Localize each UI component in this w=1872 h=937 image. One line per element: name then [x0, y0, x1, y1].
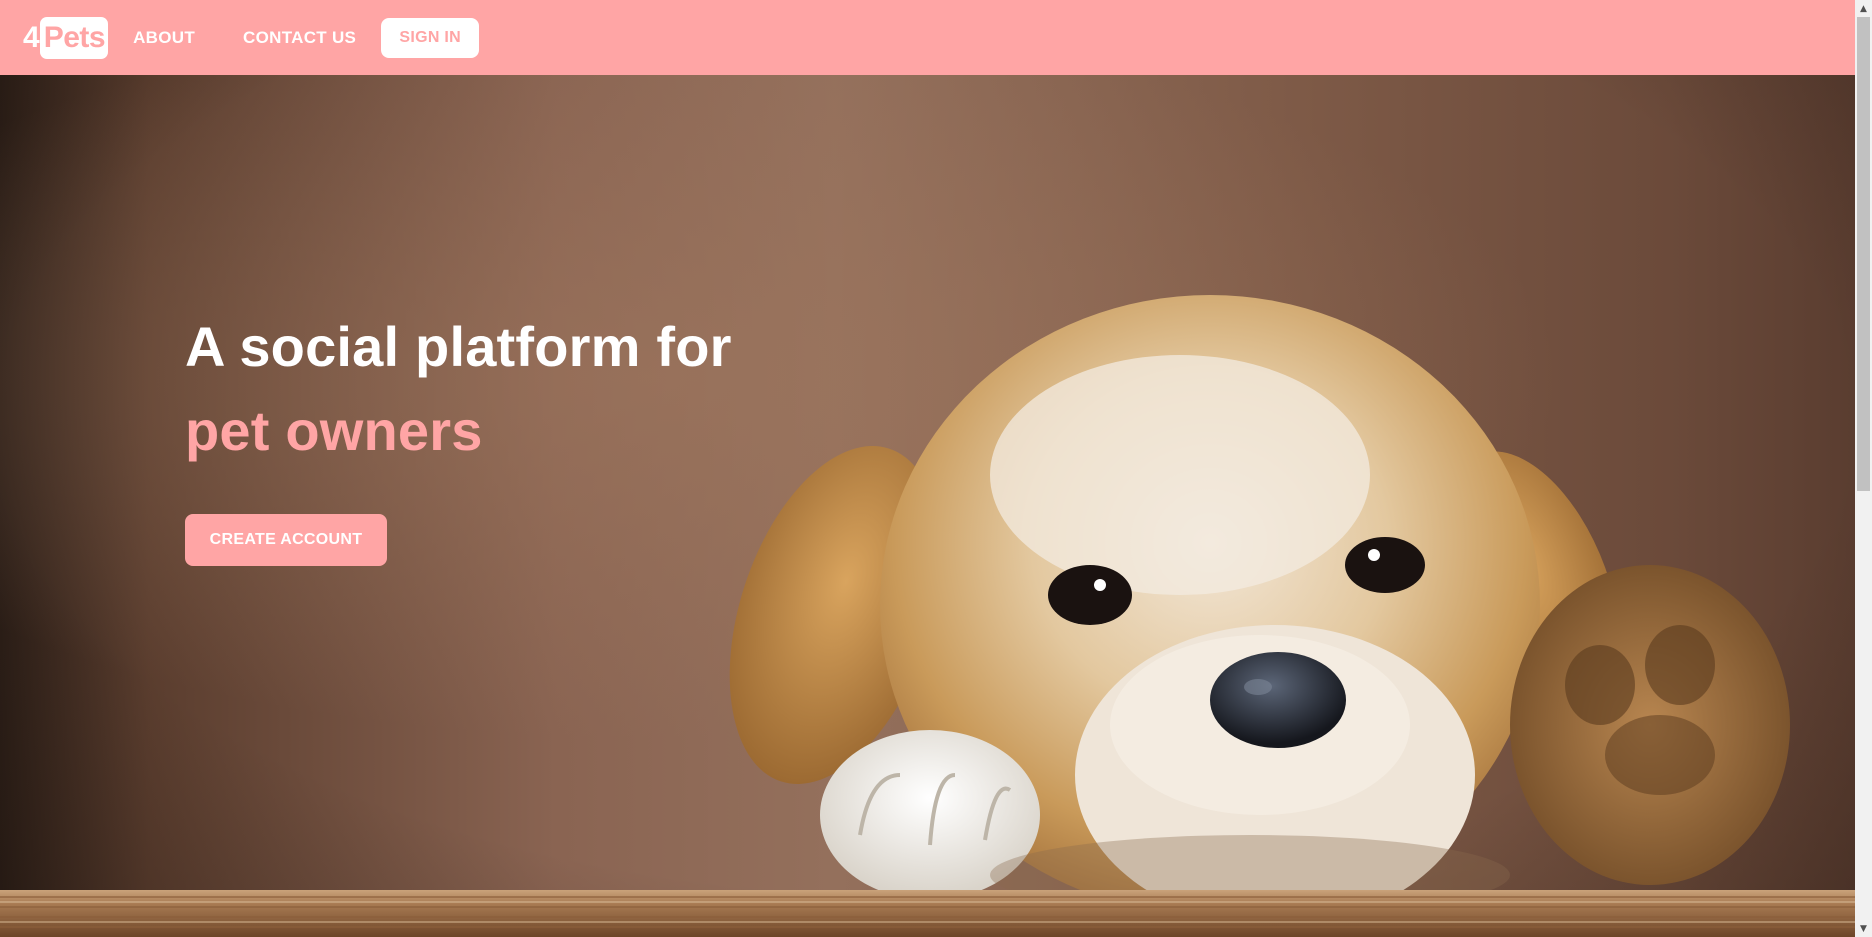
landing-page: 4 Pets ABOUT CONTACT US SIGN IN A social…: [0, 0, 1872, 937]
hero-content: A social platform for pet owners CREATE …: [185, 315, 732, 566]
scrollbar-thumb[interactable]: [1857, 17, 1870, 491]
top-navbar: 4 Pets ABOUT CONTACT US SIGN IN: [0, 0, 1855, 75]
nav-link-contact-us[interactable]: CONTACT US: [243, 28, 356, 48]
hero-headline-line1: A social platform for: [185, 315, 732, 378]
hero-section: A social platform for pet owners CREATE …: [0, 75, 1855, 937]
create-account-button[interactable]: CREATE ACCOUNT: [185, 514, 387, 566]
logo-word: Pets: [43, 20, 106, 54]
logo-number: 4: [23, 20, 40, 54]
logo-badge: Pets: [39, 16, 109, 59]
vertical-scrollbar[interactable]: ▲ ▼: [1855, 0, 1872, 937]
hero-headline-line2: pet owners: [185, 399, 483, 462]
scroll-up-arrow-icon[interactable]: ▲: [1855, 0, 1872, 17]
sign-in-button[interactable]: SIGN IN: [381, 17, 480, 58]
brand-logo[interactable]: 4 Pets: [23, 16, 109, 59]
scroll-down-arrow-icon[interactable]: ▼: [1855, 920, 1872, 937]
nav-link-about[interactable]: ABOUT: [133, 28, 195, 48]
